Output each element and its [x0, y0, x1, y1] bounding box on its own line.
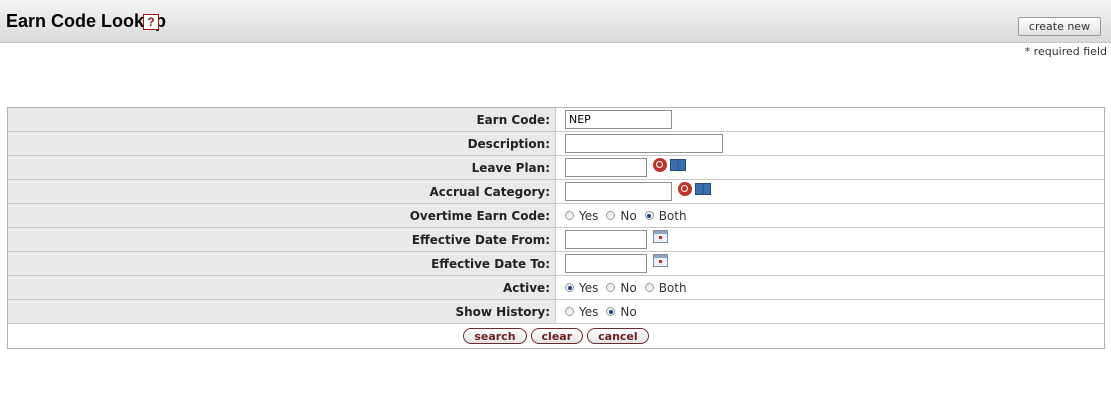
description-label: Description:: [8, 132, 556, 155]
form-row-description: Description:: [8, 132, 1104, 156]
effective-date-to-label: Effective Date To:: [8, 252, 556, 275]
overtime-yes-label: Yes: [579, 208, 599, 223]
overtime-earn-code-radio-group: Yes No Both: [565, 209, 687, 223]
active-label: Active:: [8, 276, 556, 299]
create-new-button[interactable]: create new: [1018, 17, 1101, 36]
show-history-yes-radio[interactable]: [565, 307, 574, 316]
overtime-no-label: No: [620, 208, 637, 223]
form-row-overtime-earn-code: Overtime Earn Code: Yes No Both: [8, 204, 1104, 228]
show-history-yes-label: Yes: [579, 304, 599, 319]
effective-date-from-input[interactable]: [565, 230, 647, 249]
cancel-button[interactable]: cancel: [587, 328, 649, 344]
description-input[interactable]: [565, 134, 723, 153]
earn-code-input[interactable]: [565, 110, 672, 129]
accrual-category-lookup-icon[interactable]: [678, 181, 692, 196]
active-radio-group: Yes No Both: [565, 281, 687, 295]
form-row-effective-date-from: Effective Date From:: [8, 228, 1104, 252]
active-both-radio[interactable]: [644, 283, 654, 292]
leave-plan-label: Leave Plan:: [8, 156, 556, 179]
effective-date-from-label: Effective Date From:: [8, 228, 556, 251]
effective-date-to-input[interactable]: [565, 254, 647, 273]
show-history-label: Show History:: [8, 300, 556, 323]
overtime-both-radio[interactable]: [644, 211, 654, 220]
leave-plan-book-icon[interactable]: [670, 158, 686, 171]
clear-button[interactable]: clear: [530, 328, 584, 344]
form-row-earn-code: Earn Code:: [8, 108, 1104, 132]
show-history-no-label: No: [620, 304, 637, 319]
accrual-category-label: Accrual Category:: [8, 180, 556, 203]
overtime-earn-code-label: Overtime Earn Code:: [8, 204, 556, 227]
active-both-label: Both: [658, 280, 687, 295]
leave-plan-input[interactable]: [565, 158, 647, 177]
form-row-accrual-category: Accrual Category:: [8, 180, 1104, 204]
form-row-leave-plan: Leave Plan:: [8, 156, 1104, 180]
active-no-label: No: [620, 280, 637, 295]
earn-code-label: Earn Code:: [8, 108, 556, 131]
active-yes-radio[interactable]: [565, 283, 574, 292]
active-no-radio[interactable]: [606, 283, 616, 292]
overtime-yes-radio[interactable]: [565, 211, 574, 220]
help-icon[interactable]: ?: [143, 14, 159, 30]
show-history-radio-group: Yes No: [565, 305, 637, 319]
form-row-effective-date-to: Effective Date To:: [8, 252, 1104, 276]
overtime-both-label: Both: [658, 208, 687, 223]
overtime-no-radio[interactable]: [606, 211, 616, 220]
lookup-form: Earn Code: Description: Leave Plan: Accr…: [7, 107, 1105, 349]
page-title: Earn Code Lookup: [6, 11, 167, 31]
form-row-active: Active: Yes No Both: [8, 276, 1104, 300]
required-field-note: * required field: [1024, 45, 1107, 58]
action-buttons-row: search clear cancel: [8, 324, 1104, 348]
active-yes-label: Yes: [579, 280, 599, 295]
show-history-no-radio[interactable]: [606, 307, 616, 316]
leave-plan-lookup-icon[interactable]: [653, 157, 667, 172]
accrual-category-input[interactable]: [565, 182, 672, 201]
form-row-show-history: Show History: Yes No: [8, 300, 1104, 324]
accrual-category-book-icon[interactable]: [695, 182, 711, 195]
header-bar: Earn Code Lookup ? create new: [0, 0, 1111, 43]
search-button[interactable]: search: [463, 328, 527, 344]
effective-date-from-calendar-icon[interactable]: [653, 230, 668, 243]
effective-date-to-calendar-icon[interactable]: [653, 254, 668, 267]
